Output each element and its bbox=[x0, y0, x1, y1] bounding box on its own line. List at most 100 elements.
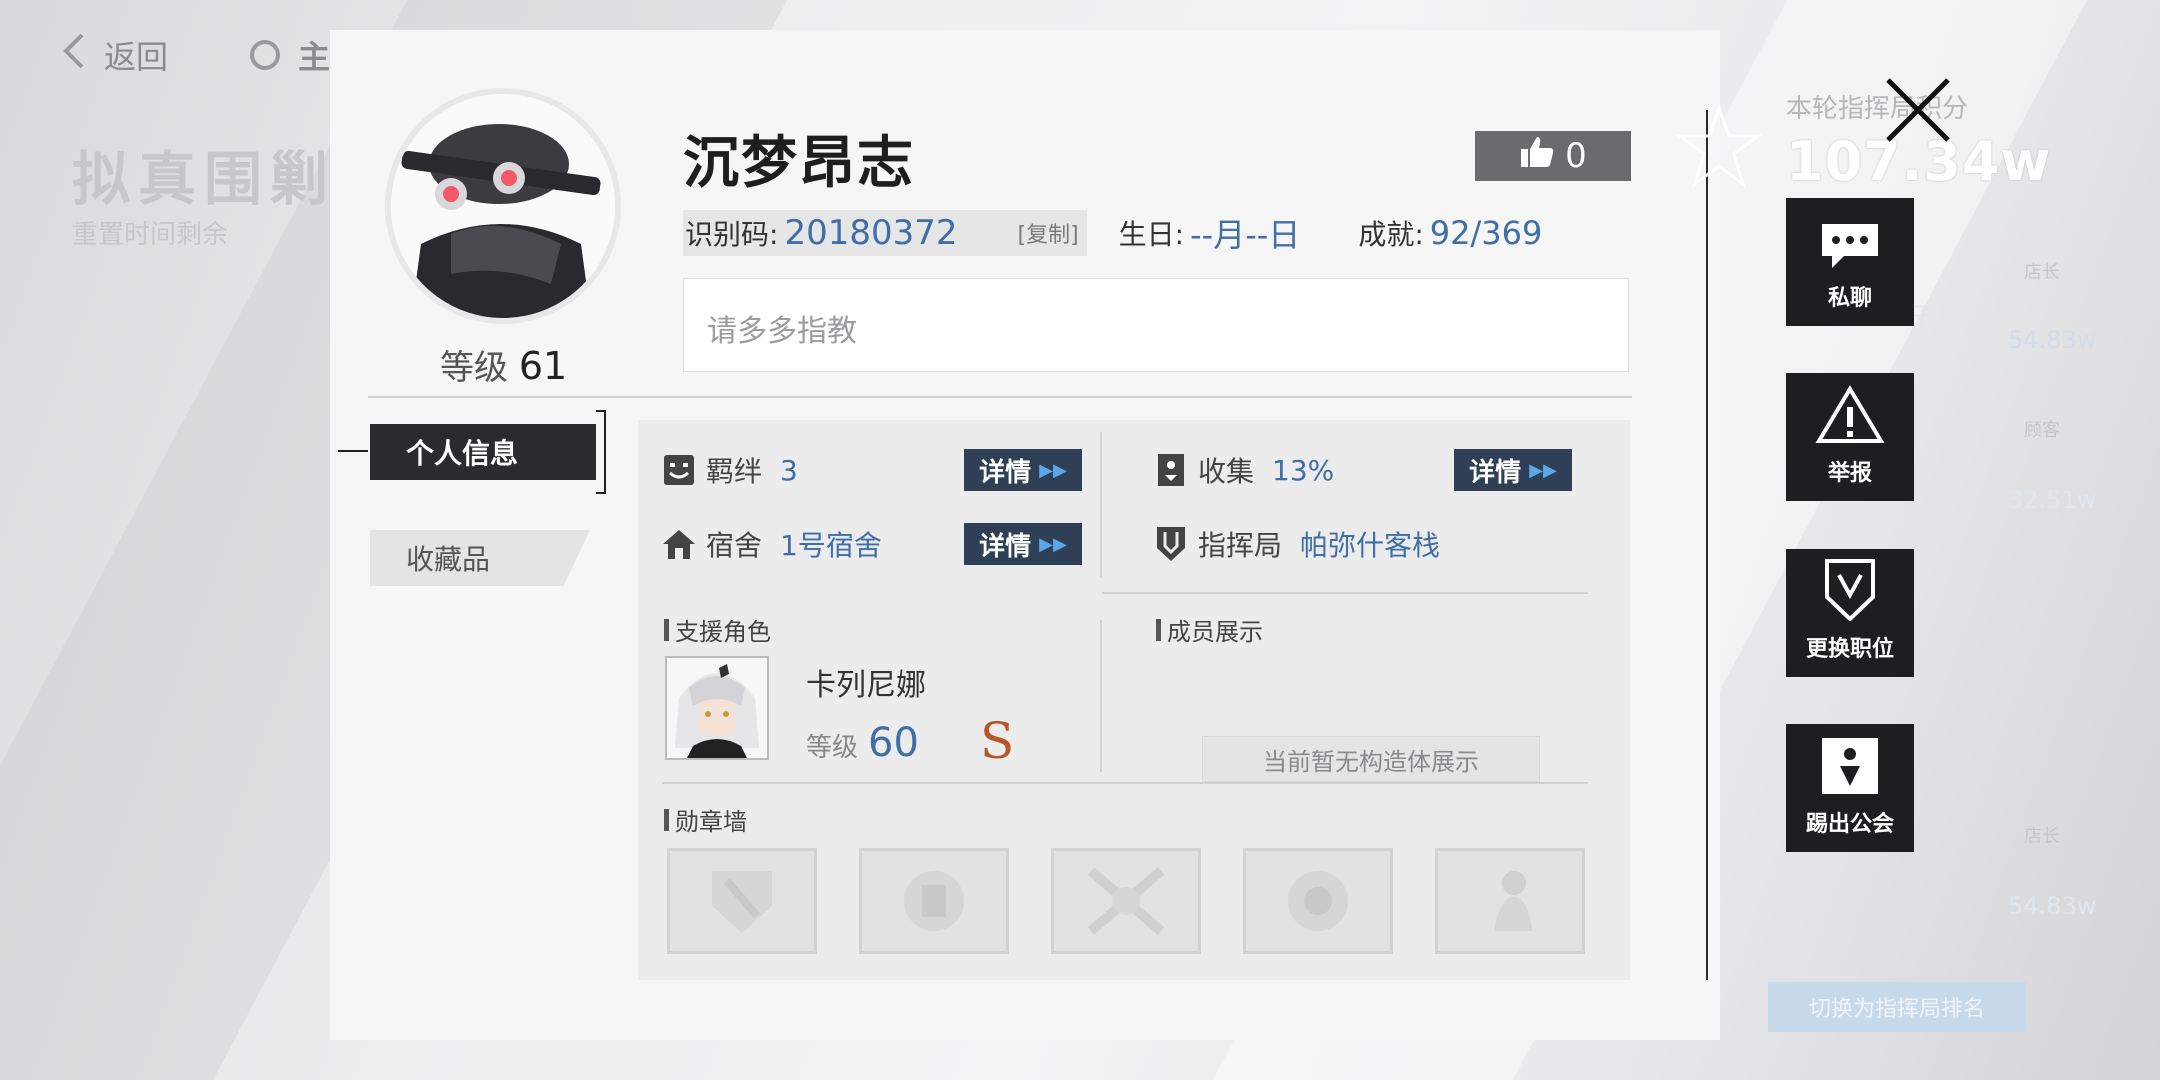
birthday-label: 生日: bbox=[1118, 218, 1185, 251]
support-section-title: 支援角色 bbox=[664, 612, 771, 647]
player-level: 等级 61 bbox=[440, 340, 567, 389]
medal-slot[interactable] bbox=[667, 848, 817, 954]
bond-stat: 羁绊 3 bbox=[662, 450, 798, 490]
kick-member-label: 踢出公会 bbox=[1805, 812, 1894, 837]
divider bbox=[662, 782, 1588, 784]
support-level-value: 60 bbox=[868, 720, 919, 766]
fast-forward-icon: ▶▶ bbox=[1529, 459, 1557, 481]
report-button[interactable]: 举报 bbox=[1786, 373, 1914, 501]
collect-stat: 收集 13% bbox=[1154, 450, 1334, 490]
kick-member-button[interactable]: 踢出公会 bbox=[1786, 724, 1914, 852]
fast-forward-icon: ▶▶ bbox=[1039, 533, 1067, 555]
private-chat-label: 私聊 bbox=[1827, 286, 1872, 311]
info-row: 识别码: 20180372 [复制] 生日: --月--日 成就: 92/369 bbox=[683, 210, 1542, 256]
medal-slot[interactable] bbox=[1243, 848, 1393, 954]
collection-icon bbox=[1154, 453, 1188, 487]
medal-slot[interactable] bbox=[1435, 848, 1585, 954]
like-count: 0 bbox=[1565, 136, 1587, 176]
level-label: 等级 bbox=[440, 348, 508, 388]
bg-side-score: 54.83w bbox=[2008, 892, 2097, 920]
divider bbox=[368, 396, 1632, 398]
support-level-label: 等级 bbox=[806, 733, 859, 763]
detail-label: 详情 bbox=[1469, 457, 1522, 488]
birthday-value: --月--日 bbox=[1190, 216, 1301, 254]
medal-section-title: 勋章墙 bbox=[664, 802, 747, 837]
tab-indicator bbox=[338, 450, 368, 452]
tab-bracket bbox=[596, 410, 606, 494]
house-icon bbox=[662, 527, 696, 561]
back-chevron-icon[interactable] bbox=[60, 31, 86, 79]
bg-side-name: 顾客 bbox=[2024, 420, 2060, 441]
collect-value: 13% bbox=[1272, 453, 1335, 487]
support-character-level: 等级 60 bbox=[806, 720, 919, 766]
command-stat: 指挥局 帕弥什客栈 bbox=[1154, 524, 1440, 564]
star-emblem-icon bbox=[1675, 103, 1763, 194]
support-character-portrait[interactable] bbox=[665, 656, 769, 760]
chat-bubble-icon bbox=[1822, 224, 1878, 268]
right-divider bbox=[1706, 110, 1708, 980]
bg-side-user: 子刘三少 bbox=[1910, 302, 2006, 330]
support-character-name: 卡列尼娜 bbox=[806, 668, 926, 703]
members-empty-text: 当前暂无构造体展示 bbox=[1202, 736, 1540, 782]
bg-side-score: 32.51w bbox=[2008, 486, 2097, 514]
avatar-image bbox=[391, 94, 615, 318]
id-block: 识别码: 20180372 [复制] bbox=[683, 210, 1087, 256]
divider bbox=[1102, 592, 1588, 594]
home-icon[interactable] bbox=[250, 40, 281, 70]
bond-detail-button[interactable]: 详情 ▶▶ bbox=[964, 449, 1082, 491]
close-button[interactable] bbox=[1880, 72, 1956, 148]
medal-slot[interactable] bbox=[859, 848, 1009, 954]
detail-label: 详情 bbox=[979, 531, 1032, 562]
shield-down-icon bbox=[1825, 559, 1875, 621]
support-rank-badge: S bbox=[980, 712, 1015, 770]
bond-label: 羁绊 bbox=[706, 455, 763, 488]
collect-detail-button[interactable]: 详情 ▶▶ bbox=[1454, 449, 1572, 491]
support-section-label: 支援角色 bbox=[675, 618, 771, 646]
medal-slot[interactable] bbox=[1051, 848, 1201, 954]
id-value: 20180372 bbox=[784, 213, 958, 253]
bg-side-name: 店长 bbox=[2024, 262, 2060, 283]
tab-collection[interactable]: 收藏品 bbox=[370, 530, 590, 586]
shield-icon bbox=[1154, 527, 1188, 561]
divider bbox=[1100, 432, 1102, 578]
kick-person-icon bbox=[1822, 738, 1878, 794]
dorm-value: 1号宿舍 bbox=[780, 529, 882, 562]
achievement-label: 成就: bbox=[1358, 218, 1424, 251]
bg-reset-label: 重置时间剩余 bbox=[72, 220, 229, 250]
character-image bbox=[667, 658, 767, 758]
tab-personal-info[interactable]: 个人信息 bbox=[370, 424, 596, 480]
divider bbox=[1100, 620, 1102, 772]
like-button[interactable]: 0 bbox=[1475, 131, 1631, 181]
medal-flower-icon bbox=[1288, 871, 1348, 931]
close-icon bbox=[1886, 78, 1950, 142]
bg-side-score: 54.83w bbox=[2008, 326, 2097, 354]
smile-icon bbox=[662, 453, 696, 487]
back-button[interactable]: 返回 bbox=[104, 32, 168, 78]
change-position-button[interactable]: 更换职位 bbox=[1786, 549, 1914, 677]
dorm-stat: 宿舍 1号宿舍 bbox=[662, 524, 882, 564]
medal-badge-icon bbox=[904, 871, 964, 931]
warning-icon bbox=[1815, 385, 1885, 443]
dorm-label: 宿舍 bbox=[706, 529, 763, 562]
private-chat-button[interactable]: 私聊 bbox=[1786, 198, 1914, 326]
members-section-label: 成员展示 bbox=[1167, 618, 1263, 646]
copy-button[interactable]: [复制] bbox=[1018, 217, 1079, 249]
medal-shield-icon bbox=[712, 871, 772, 933]
command-value: 帕弥什客栈 bbox=[1300, 529, 1441, 562]
level-value: 61 bbox=[518, 344, 568, 388]
report-label: 举报 bbox=[1827, 461, 1872, 486]
members-section-title: 成员展示 bbox=[1156, 612, 1263, 647]
bg-side-name: 店长 bbox=[2024, 826, 2060, 847]
fast-forward-icon: ▶▶ bbox=[1039, 459, 1067, 481]
command-label: 指挥局 bbox=[1198, 529, 1283, 562]
collect-label: 收集 bbox=[1198, 455, 1255, 488]
switch-ranking-button[interactable]: 切换为指挥局排名 bbox=[1768, 982, 2026, 1032]
thumbs-up-icon bbox=[1519, 135, 1555, 178]
bg-title: 拟真围剿 bbox=[72, 145, 337, 213]
player-name: 沉梦昂志 bbox=[683, 131, 915, 196]
medal-crossed-swords-icon bbox=[1087, 867, 1165, 935]
achievement-value: 92/369 bbox=[1429, 214, 1543, 252]
motto-field[interactable]: 请多多指教 bbox=[683, 278, 1629, 372]
medal-section-label: 勋章墙 bbox=[675, 808, 747, 836]
dorm-detail-button[interactable]: 详情 ▶▶ bbox=[964, 523, 1082, 565]
